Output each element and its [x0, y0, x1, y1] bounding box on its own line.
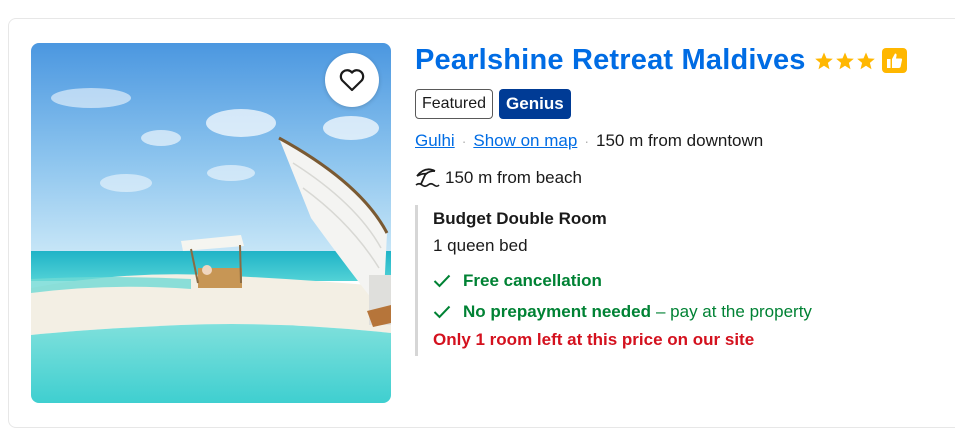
thumbs-up-icon: [886, 53, 902, 68]
star-icon: [814, 52, 833, 69]
distance-downtown: 150 m from downtown: [595, 131, 764, 150]
beach-umbrella-icon: [415, 168, 440, 188]
show-on-map-link[interactable]: Show on map: [473, 131, 577, 151]
bed-type: 1 queen bed: [433, 236, 528, 255]
star-rating: [814, 51, 876, 71]
star-icon: [835, 52, 854, 69]
beach-distance-row: 150 m from beach: [415, 167, 582, 189]
featured-badge: Featured: [415, 89, 494, 119]
favorite-button[interactable]: [325, 53, 379, 107]
no-prepayment: No prepayment needed: [463, 302, 651, 321]
preferred-partner-badge[interactable]: [881, 48, 907, 73]
room-name: Budget Double Room: [433, 209, 607, 228]
free-cancellation: Free cancellation: [463, 271, 602, 290]
area-link[interactable]: Gulhi: [415, 131, 455, 151]
separator-dot: ·: [461, 133, 467, 149]
distance-beach: 150 m from beach: [445, 168, 583, 187]
location-row: Gulhi · Show on map · 150 m from downtow…: [415, 131, 763, 151]
checkmark-icon: [433, 274, 451, 288]
heart-outline-icon: [339, 69, 365, 92]
hotel-name[interactable]: Pearlshine Retreat Maldives: [415, 44, 806, 77]
no-prepayment-row: No prepayment needed – pay at the proper…: [433, 302, 812, 322]
separator-dot: ·: [584, 133, 589, 149]
room-details: Budget Double Room 1 queen bed Free canc…: [415, 205, 875, 356]
genius-badge[interactable]: Genius: [499, 89, 571, 119]
scarcity-message: Only 1 room left at this price on our si…: [433, 330, 755, 349]
star-icon: [856, 52, 875, 69]
free-cancellation-row: Free cancellation: [433, 271, 602, 291]
pay-at-property-note: – pay at the property: [656, 302, 812, 321]
checkmark-icon: [433, 305, 451, 319]
